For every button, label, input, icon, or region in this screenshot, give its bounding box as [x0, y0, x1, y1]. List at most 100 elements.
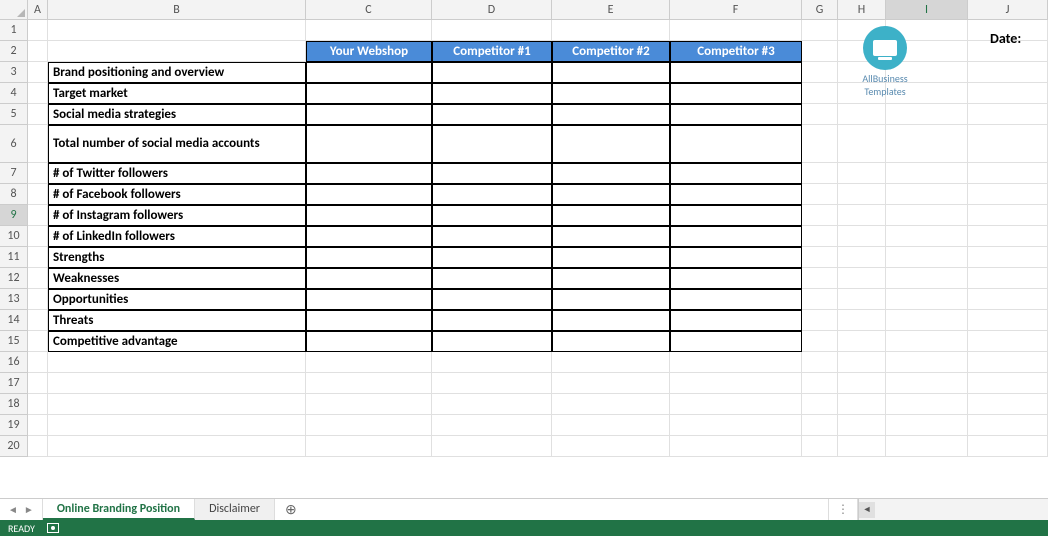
cell[interactable]	[802, 184, 838, 205]
cell[interactable]	[968, 226, 1048, 247]
col-header-I[interactable]: I	[886, 0, 968, 19]
cell[interactable]	[28, 205, 48, 226]
cell[interactable]	[28, 184, 48, 205]
col-header-B[interactable]: B	[48, 0, 306, 19]
cell[interactable]	[968, 104, 1048, 125]
cell[interactable]	[670, 125, 802, 163]
cell[interactable]	[968, 331, 1048, 352]
cell[interactable]	[968, 62, 1048, 83]
row-header[interactable]: 4	[0, 83, 28, 104]
cell[interactable]	[552, 125, 670, 163]
cell[interactable]	[670, 226, 802, 247]
cell[interactable]	[838, 184, 886, 205]
cell[interactable]	[802, 436, 838, 457]
cell[interactable]	[28, 268, 48, 289]
cell[interactable]	[838, 436, 886, 457]
cell[interactable]	[306, 310, 432, 331]
cell[interactable]	[838, 226, 886, 247]
cell[interactable]	[432, 20, 552, 41]
col-header-J[interactable]: J	[968, 0, 1048, 19]
cell[interactable]	[48, 394, 306, 415]
cell[interactable]	[28, 226, 48, 247]
cell[interactable]	[886, 331, 968, 352]
cell[interactable]	[306, 247, 432, 268]
cell[interactable]	[838, 205, 886, 226]
cell[interactable]	[968, 83, 1048, 104]
cell[interactable]	[552, 163, 670, 184]
cell[interactable]	[838, 415, 886, 436]
cell[interactable]	[886, 436, 968, 457]
cell[interactable]	[432, 104, 552, 125]
tab-nav-arrows[interactable]: ◄ ►	[0, 499, 43, 520]
cell[interactable]	[552, 394, 670, 415]
cell[interactable]	[670, 104, 802, 125]
cell[interactable]	[552, 83, 670, 104]
cell[interactable]	[802, 352, 838, 373]
cell[interactable]	[552, 436, 670, 457]
select-all-corner[interactable]	[0, 0, 28, 20]
cell[interactable]	[886, 373, 968, 394]
cell[interactable]	[670, 83, 802, 104]
cell[interactable]	[432, 310, 552, 331]
cell[interactable]	[670, 20, 802, 41]
cell[interactable]	[432, 415, 552, 436]
cell[interactable]	[802, 415, 838, 436]
cell[interactable]	[838, 125, 886, 163]
row-header[interactable]: 10	[0, 226, 28, 247]
cell[interactable]	[886, 125, 968, 163]
row-header[interactable]: 9	[0, 205, 28, 226]
cell[interactable]	[886, 310, 968, 331]
cell[interactable]	[306, 83, 432, 104]
cell[interactable]	[670, 247, 802, 268]
cell[interactable]	[28, 41, 48, 62]
cell[interactable]	[670, 415, 802, 436]
tab-online-branding[interactable]: Online Branding Position	[43, 499, 195, 520]
cell[interactable]	[670, 205, 802, 226]
cell[interactable]	[552, 289, 670, 310]
cell[interactable]	[28, 163, 48, 184]
cell[interactable]	[802, 125, 838, 163]
cell[interactable]	[48, 20, 306, 41]
cell[interactable]	[802, 163, 838, 184]
cell[interactable]	[838, 331, 886, 352]
cell[interactable]: Your Webshop	[306, 41, 432, 62]
cell[interactable]	[28, 247, 48, 268]
cell[interactable]	[432, 331, 552, 352]
cell[interactable]	[802, 104, 838, 125]
cell[interactable]	[886, 104, 968, 125]
cell[interactable]	[802, 289, 838, 310]
cell[interactable]	[552, 331, 670, 352]
cell[interactable]	[886, 352, 968, 373]
cell[interactable]	[552, 268, 670, 289]
cell[interactable]	[552, 184, 670, 205]
cell[interactable]	[838, 247, 886, 268]
cell[interactable]	[802, 268, 838, 289]
cell[interactable]	[838, 394, 886, 415]
cell[interactable]	[28, 415, 48, 436]
cell[interactable]	[28, 310, 48, 331]
row-header[interactable]: 20	[0, 436, 28, 457]
cell[interactable]	[48, 373, 306, 394]
row-header[interactable]: 1	[0, 20, 28, 41]
cell[interactable]: # of Instagram followers	[48, 205, 306, 226]
cell[interactable]	[306, 104, 432, 125]
cell[interactable]	[48, 352, 306, 373]
cell[interactable]	[432, 268, 552, 289]
cell[interactable]	[838, 104, 886, 125]
cell[interactable]	[306, 184, 432, 205]
cell[interactable]	[306, 163, 432, 184]
row-header[interactable]: 8	[0, 184, 28, 205]
cell[interactable]	[886, 163, 968, 184]
col-header-H[interactable]: H	[838, 0, 886, 19]
row-header[interactable]: 16	[0, 352, 28, 373]
row-header[interactable]: 12	[0, 268, 28, 289]
cell[interactable]	[432, 184, 552, 205]
cell[interactable]	[886, 205, 968, 226]
cell[interactable]: # of Facebook followers	[48, 184, 306, 205]
cell[interactable]	[670, 62, 802, 83]
cell[interactable]	[670, 268, 802, 289]
cell[interactable]	[306, 331, 432, 352]
cell[interactable]	[28, 352, 48, 373]
cell[interactable]	[838, 268, 886, 289]
cell[interactable]	[968, 352, 1048, 373]
